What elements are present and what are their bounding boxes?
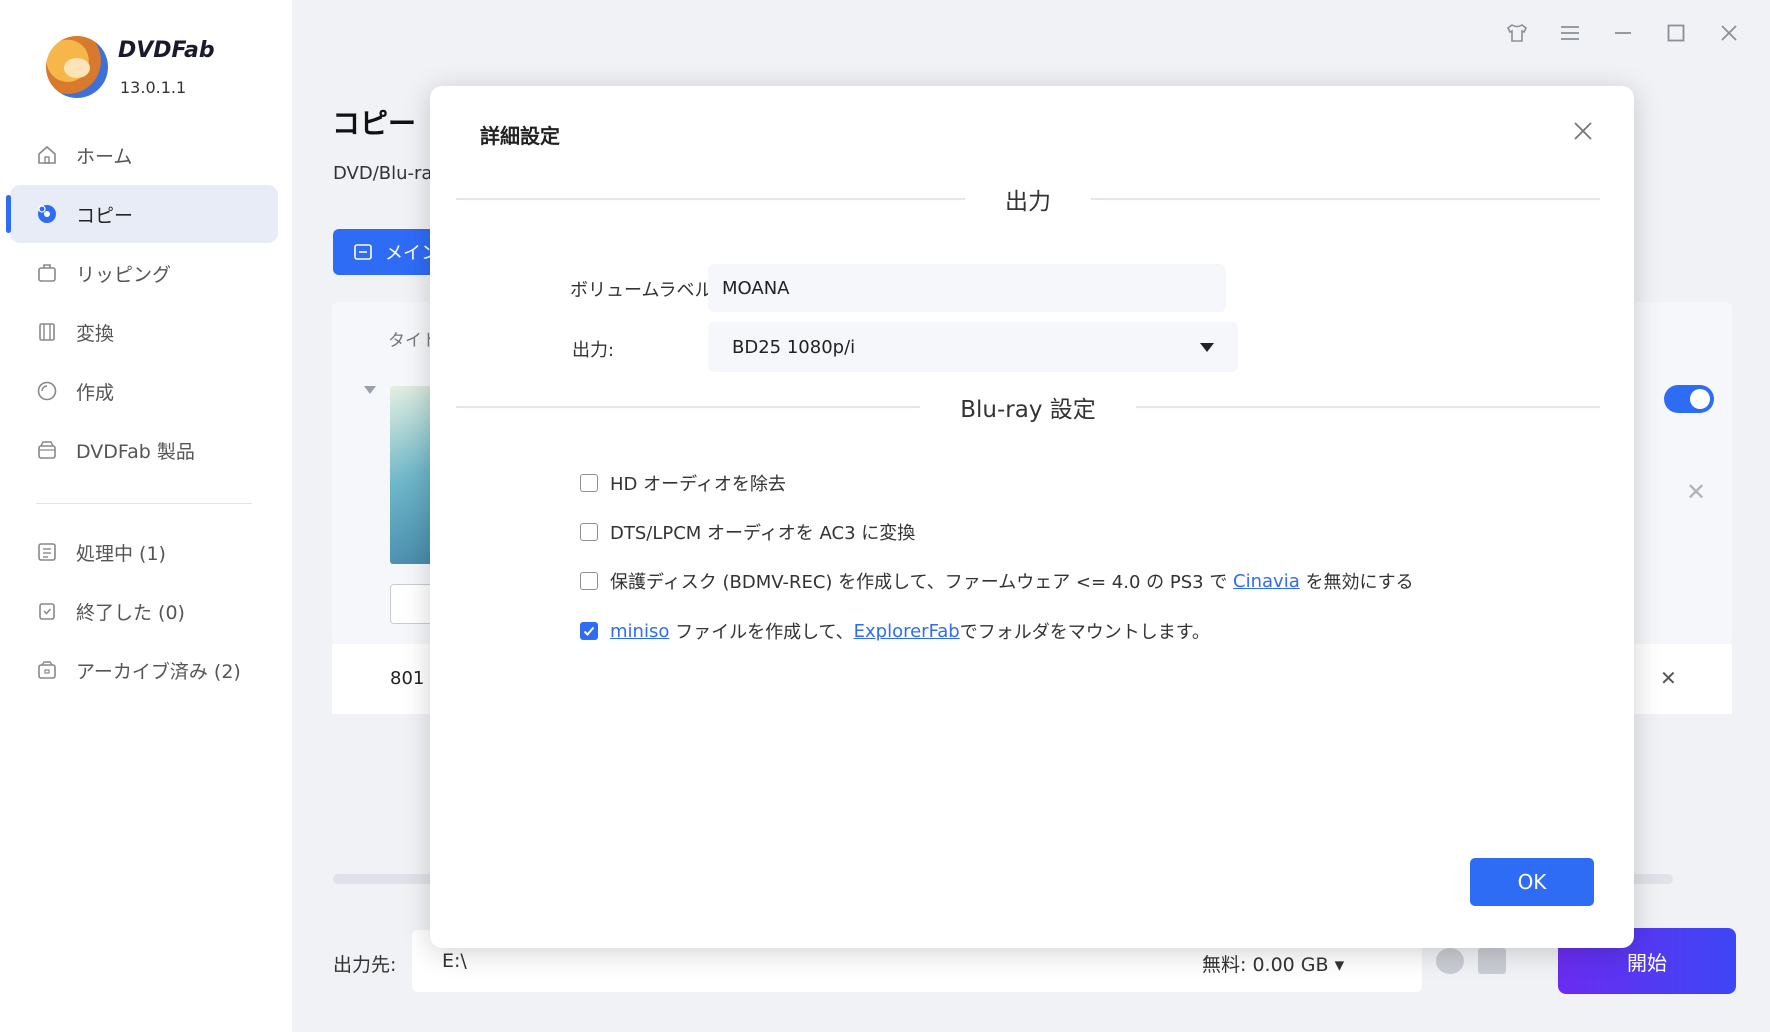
check-clipboard-icon <box>36 600 58 622</box>
sidebar-item-label: アーカイブ済み (2) <box>76 660 241 683</box>
volume-label-caption: ボリュームラベル: <box>570 280 719 301</box>
list-icon <box>36 541 58 563</box>
dvdfab-logo <box>46 36 108 98</box>
ok-button[interactable]: OK <box>1470 858 1594 906</box>
sidebar-divider <box>36 503 252 504</box>
miniso-link[interactable]: miniso <box>610 621 669 642</box>
explorerfab-link[interactable]: ExplorerFab <box>854 621 960 642</box>
copy-disc-icon <box>36 203 58 225</box>
sidebar-item-archived[interactable]: アーカイブ済み (2) <box>10 641 278 699</box>
dialog-close-icon[interactable] <box>1568 116 1598 146</box>
title-toggle[interactable] <box>1664 385 1714 413</box>
archive-icon <box>36 659 58 681</box>
output-format-value: BD25 1080p/i <box>732 336 856 358</box>
option-protected-disc: 保護ディスク (BDMV-REC) を作成して、ファームウェア <= 4.0 の… <box>580 568 1414 594</box>
sidebar-item-label: 変換 <box>76 322 115 345</box>
window-close-icon[interactable] <box>1714 18 1744 48</box>
row-close-icon[interactable]: ✕ <box>1660 666 1677 690</box>
output-section-header: 出力 <box>456 182 1600 216</box>
app-name: DVDFab <box>118 38 215 63</box>
miniso-label-after: でフォルダをマウントします。 <box>959 622 1210 643</box>
sidebar-item-ripping[interactable]: リッピング <box>10 244 278 302</box>
free-space-dropdown[interactable]: 無料: 0.00 GB ▾ <box>1202 950 1344 977</box>
page-title: コピー <box>332 107 417 140</box>
folder-icon[interactable] <box>1478 948 1506 974</box>
sidebar-item-products[interactable]: DVDFab 製品 <box>10 421 278 479</box>
products-box-icon <box>36 439 58 461</box>
page-subtitle: DVD/Blu-ra <box>333 163 433 184</box>
ripping-icon <box>36 262 58 284</box>
protected-disc-checkbox[interactable] <box>580 572 598 590</box>
dropdown-arrow-icon <box>1200 342 1214 352</box>
protected-disc-label-after: を無効にする <box>1299 572 1414 593</box>
advanced-settings-dialog: 詳細設定 出力 ボリュームラベル: 出力: BD25 1080p/i Blu-r… <box>430 86 1634 948</box>
iso-icon[interactable] <box>1436 948 1464 974</box>
expand-chevron-icon[interactable] <box>364 386 376 394</box>
miniso-checkbox[interactable] <box>580 622 598 640</box>
main-movie-icon <box>353 242 373 262</box>
sidebar-item-processing[interactable]: 処理中 (1) <box>10 523 278 581</box>
remove-hd-audio-checkbox[interactable] <box>580 474 598 492</box>
sidebar-item-label: コピー <box>76 204 134 227</box>
maximize-icon[interactable] <box>1661 18 1691 48</box>
shirt-skin-icon[interactable] <box>1502 18 1532 48</box>
output-format-select[interactable]: BD25 1080p/i <box>708 322 1238 372</box>
dialog-title: 詳細設定 <box>480 124 560 148</box>
remove-title-icon[interactable]: ✕ <box>1686 478 1706 506</box>
menu-icon[interactable] <box>1555 18 1585 48</box>
free-space-value: 無料: 0.00 GB <box>1202 954 1329 976</box>
sidebar-item-finished[interactable]: 終了した (0) <box>10 582 278 640</box>
output-destination-label: 出力先: <box>333 954 397 976</box>
protected-disc-label-before: 保護ディスク (BDMV-REC) を作成して、ファームウェア <= 4.0 の… <box>610 572 1234 593</box>
home-icon <box>36 144 58 166</box>
dts-to-ac3-checkbox[interactable] <box>580 523 598 541</box>
option-remove-hd-audio: HD オーディオを除去 <box>580 470 786 496</box>
output-format-caption: 出力: <box>572 340 615 361</box>
sidebar-item-label: リッピング <box>76 263 172 286</box>
sidebar-item-label: 処理中 (1) <box>76 542 166 565</box>
option-dts-to-ac3: DTS/LPCM オーディオを AC3 に変換 <box>580 519 915 545</box>
option-miniso: miniso ファイルを作成して、 ExplorerFab でフォルダをマウント… <box>580 618 1210 644</box>
row-number: 801 <box>390 668 425 689</box>
output-path-value: E:\ <box>442 950 467 972</box>
volume-label-input[interactable] <box>708 264 1226 312</box>
app-version: 13.0.1.1 <box>120 78 187 97</box>
sidebar-item-home[interactable]: ホーム <box>10 126 278 184</box>
film-icon <box>36 321 58 343</box>
sidebar-item-label: 終了した (0) <box>76 601 185 624</box>
sidebar-item-create[interactable]: 作成 <box>10 362 278 420</box>
sidebar-item-convert[interactable]: 変換 <box>10 303 278 361</box>
sidebar-item-label: DVDFab 製品 <box>76 440 195 463</box>
cinavia-link[interactable]: Cinavia <box>1233 571 1300 592</box>
sidebar-item-label: 作成 <box>76 381 115 404</box>
sidebar-item-label: ホーム <box>76 145 133 168</box>
sidebar: DVDFab 13.0.1.1 ホーム コピー リッピング 変換 作成 DVDF… <box>0 0 292 1032</box>
sidebar-item-copy[interactable]: コピー <box>6 185 278 243</box>
output-section-title: 出力 <box>1005 189 1051 215</box>
dts-to-ac3-label: DTS/LPCM オーディオを AC3 に変換 <box>610 523 916 544</box>
bluray-section-title: Blu-ray 設定 <box>960 397 1096 423</box>
create-disc-icon <box>36 380 58 402</box>
bluray-section-header: Blu-ray 設定 <box>456 390 1600 424</box>
remove-hd-audio-label: HD オーディオを除去 <box>610 474 786 495</box>
miniso-label-middle: ファイルを作成して、 <box>669 622 854 643</box>
minimize-icon[interactable] <box>1608 18 1638 48</box>
